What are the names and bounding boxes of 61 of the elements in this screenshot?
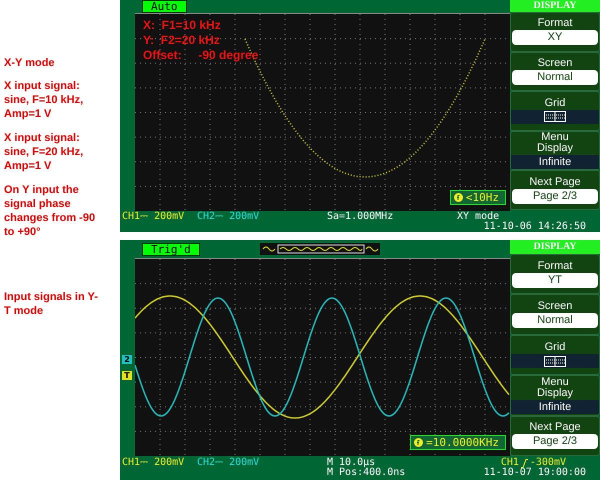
rising-edge-icon xyxy=(520,458,528,468)
annotation-text: X input signal: sine, F=10 kHz, Amp=1 V xyxy=(4,79,84,121)
mode-text: XY mode xyxy=(457,212,500,222)
channel-two-scale: CH2⎓ 200mV xyxy=(197,211,260,222)
timebase-text: M 10.0μs xyxy=(327,458,376,468)
trigger-source: CH1 xyxy=(500,458,519,468)
frequency-value: =10.0000KHz xyxy=(426,436,499,449)
menu-label: Screen xyxy=(536,58,574,69)
menu-label: Format xyxy=(536,260,574,272)
menu-value: Page 2/3 xyxy=(512,188,598,204)
menu-label: Grid xyxy=(544,98,566,109)
date-time: 11-10-06 14:26:50 xyxy=(484,222,586,232)
menu-softkey[interactable]: Grid xyxy=(510,91,600,131)
channel-one-scale: CH1⎓ 200mV xyxy=(122,211,184,222)
menu-label: Format xyxy=(536,18,574,30)
annotation-text: X-Y mode xyxy=(4,56,56,70)
menu-value: Normal xyxy=(512,313,598,328)
annotation-text: Input signals in Y-T mode xyxy=(4,290,99,318)
menu-label: Grid xyxy=(544,342,566,354)
menu-value-bar: Infinite xyxy=(511,400,599,414)
menu-label: Next Page xyxy=(528,176,582,188)
menu-title: DISPLAY xyxy=(510,240,600,254)
grid-icon xyxy=(544,111,566,122)
menu-value: Page 2/3 xyxy=(512,434,598,450)
measurement-text: Offset: -90 degree xyxy=(143,48,258,63)
menu-softkey[interactable]: Next Page Page 2/3 xyxy=(510,170,600,210)
channel-marker: T xyxy=(122,371,132,380)
menu-title: DISPLAY xyxy=(510,0,600,12)
menu-label: Screen xyxy=(536,301,574,312)
menu-value: XY xyxy=(512,30,598,46)
annotation-text: On Y input the signal phase changes from -90 to +90° xyxy=(4,183,96,239)
menu-softkey[interactable]: Screen Normal xyxy=(510,294,600,335)
annotation-text: X input signal: sine, F=20 kHz, Amp=1 V xyxy=(4,131,84,173)
trigger-level: -300mV xyxy=(530,458,566,468)
channel-marker: 2 xyxy=(122,355,132,364)
menu-value-bar: Infinite xyxy=(511,155,599,170)
measurement-text: Y: F2=20 kHz xyxy=(143,33,221,48)
menu-value: YT xyxy=(512,272,598,288)
menu-value: Normal xyxy=(512,70,598,85)
menu-softkey[interactable]: Grid xyxy=(510,334,600,376)
channel-two-scale: CH2⎓ 200mV xyxy=(197,457,260,468)
menu-label: Menu Display xyxy=(536,376,574,399)
menu-label: Next Page xyxy=(528,422,582,434)
date-time: 11-10-07 19:00:00 xyxy=(484,468,586,478)
menu-softkey[interactable]: Menu Display Infinite xyxy=(510,130,600,170)
menu-softkey[interactable]: Menu Display Infinite xyxy=(510,375,600,416)
grid-icon xyxy=(544,356,566,367)
acquisition-status: Trig'd xyxy=(142,242,200,256)
menu-softkey[interactable]: Next Page Page 2/3 xyxy=(510,416,600,456)
timebase-text: M Pos:400.0ns xyxy=(327,468,406,478)
menu-softkey[interactable]: Format YT xyxy=(510,254,600,294)
menu-softkey[interactable]: Screen Normal xyxy=(510,52,600,92)
menu-softkey[interactable]: Format XY xyxy=(510,12,600,52)
frequency-icon xyxy=(454,193,463,202)
channel-one-scale: CH1⎓ 200mV xyxy=(122,457,184,468)
timebase-text: Sa=1.000MHz xyxy=(327,212,394,222)
acquisition-status: Auto xyxy=(142,0,186,13)
frequency-icon xyxy=(414,438,424,447)
measurement-text: X: F1=10 kHz xyxy=(143,18,222,33)
menu-label: Menu Display xyxy=(536,132,574,154)
frequency-value: <10Hz xyxy=(466,191,499,204)
